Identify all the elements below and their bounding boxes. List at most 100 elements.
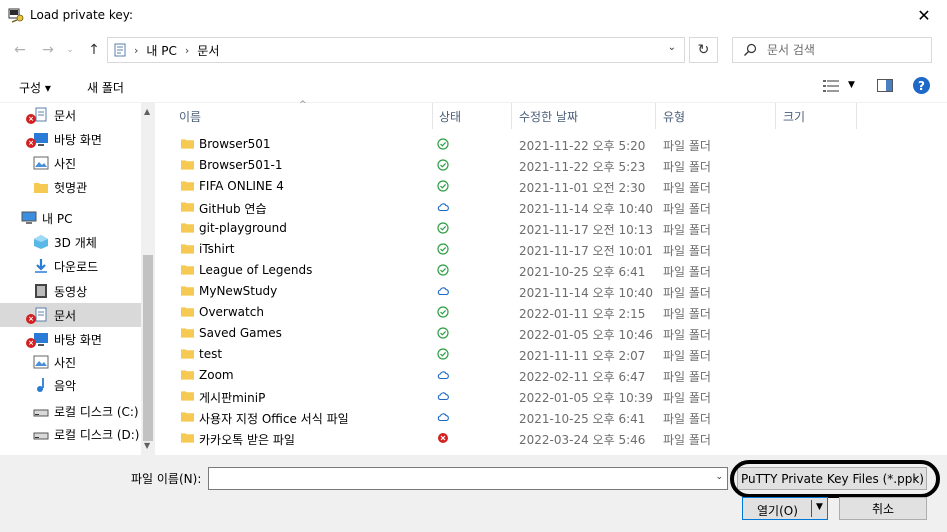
file-name: iTshirt (199, 242, 235, 256)
organize-button[interactable]: 구성 ▾ (19, 79, 51, 96)
close-icon: ✕ (917, 6, 931, 25)
file-row[interactable]: FIFA ONLINE 4 2021-11-01 오전 2:30 파일 폴더 (175, 176, 855, 197)
column-header-modified[interactable]: 수정한 날짜 (519, 103, 649, 129)
search-box[interactable] (732, 37, 932, 63)
arrow-right-icon: → (42, 42, 54, 58)
command-toolbar: 구성 ▾ 새 폴더 ▼ ? (0, 69, 947, 103)
open-options-dropdown[interactable]: ▼ (816, 502, 823, 512)
column-header-status[interactable]: 상태 (439, 103, 509, 129)
sidebar-item[interactable]: × 바탕 화면 (0, 127, 141, 151)
sidebar-item[interactable]: 내 PC (0, 206, 141, 230)
sidebar-item[interactable]: 사진 (0, 151, 141, 175)
search-input[interactable] (767, 43, 927, 57)
file-name: 사용자 지정 Office 서식 파일 (199, 412, 349, 426)
sidebar-item[interactable]: 로컬 디스크 (D:) (0, 422, 141, 446)
synced-check-icon (437, 138, 449, 150)
sidebar-item[interactable]: 사진 (0, 350, 141, 374)
scroll-up-icon[interactable]: ▲ (144, 107, 150, 116)
sidebar-item[interactable]: × 문서 (0, 303, 141, 327)
synced-check-icon (437, 159, 449, 171)
file-row[interactable]: Overwatch 2022-01-11 오후 2:15 파일 폴더 (175, 302, 855, 323)
file-name: Browser501-1 (199, 158, 283, 172)
file-row[interactable]: 사용자 지정 Office 서식 파일 2021-10-25 오후 6:41 파일 … (175, 407, 855, 428)
synced-check-icon (437, 327, 449, 339)
folder-icon (181, 265, 194, 275)
file-row[interactable]: test 2021-11-11 오후 2:07 파일 폴더 (175, 344, 855, 365)
sidebar-item[interactable]: 다운로드 (0, 254, 141, 278)
column-header-type[interactable]: 유형 (663, 103, 773, 129)
sidebar-item[interactable]: 3D 개체 (0, 230, 141, 254)
file-modified-date: 2022-02-11 오후 6:47 (519, 370, 646, 384)
pictures-icon (33, 156, 49, 170)
chevron-down-icon[interactable]: ⌄ (668, 42, 676, 53)
folder-icon (34, 183, 48, 193)
forward-button[interactable]: → (38, 40, 58, 60)
3d-objects-icon (34, 235, 48, 249)
breadcrumb-separator-icon: › (134, 43, 139, 57)
sidebar-item[interactable]: 동영상 (0, 279, 141, 303)
file-row[interactable]: Saved Games 2022-01-05 오후 10:46 파일 폴더 (175, 323, 855, 344)
filename-label: 파일 이름(N): (131, 472, 202, 486)
file-type: 파일 폴더 (663, 202, 711, 216)
file-row[interactable]: MyNewStudy 2021-11-14 오후 10:40 파일 폴더 (175, 281, 855, 302)
view-options-dropdown[interactable]: ▼ (848, 80, 855, 90)
file-row[interactable]: 카카오톡 받은 파일 2022-03-24 오후 5:46 파일 폴더 (175, 428, 855, 449)
sidebar-item-label: 문서 (54, 309, 77, 323)
sidebar-item[interactable]: × 문서 (0, 103, 141, 127)
dialog-footer: 파일 이름(N): ⌄ PuTTY Private Key Files (*.p… (0, 455, 947, 532)
refresh-button[interactable]: ↻ (689, 37, 718, 63)
sidebar-item-label: 사진 (54, 157, 77, 171)
file-name: 게시판miniP (199, 391, 266, 405)
error-badge-icon: × (26, 114, 36, 124)
column-header-name[interactable]: 이름 (179, 103, 429, 129)
chevron-down-icon: ⌄ (912, 472, 920, 482)
synced-check-icon (437, 348, 449, 360)
error-badge-icon: × (26, 138, 36, 148)
breadcrumb-item-documents[interactable]: 문서 (197, 42, 219, 59)
title-bar: Load private key: ✕ (0, 0, 947, 31)
preview-pane-icon[interactable] (877, 79, 893, 92)
file-row[interactable]: Zoom 2022-02-11 오후 6:47 파일 폴더 (175, 365, 855, 386)
sidebar-item[interactable]: × 바탕 화면 (0, 327, 141, 351)
scroll-down-icon[interactable]: ▼ (144, 441, 150, 450)
back-button[interactable]: ← (10, 40, 30, 60)
scrollbar-thumb[interactable] (143, 255, 153, 441)
file-row[interactable]: git-playground 2021-11-17 오전 10:13 파일 폴더 (175, 218, 855, 239)
sidebar-item[interactable]: 헛명관 (0, 175, 141, 199)
synced-check-icon (437, 306, 449, 318)
navigation-bar: ← → ⌄ ↑ › 내 PC › 문서 ⌄ ↻ (0, 31, 947, 69)
view-details-icon[interactable] (823, 80, 839, 92)
file-row[interactable]: 게시판miniP 2022-01-05 오후 10:39 파일 폴더 (175, 386, 855, 407)
help-icon[interactable]: ? (913, 77, 930, 94)
cancel-button[interactable]: 취소 (839, 497, 927, 520)
recent-locations-button[interactable]: ⌄ (60, 40, 80, 60)
open-button[interactable]: 열기(O) ▼ (742, 497, 828, 520)
folder-icon (181, 244, 194, 254)
file-type-filter[interactable]: PuTTY Private Key Files (*.ppk) ⌄ (737, 467, 927, 490)
sidebar-item[interactable]: 음악 (0, 373, 141, 397)
synced-check-icon (437, 243, 449, 255)
file-row[interactable]: iTshirt 2021-11-17 오전 10:01 파일 폴더 (175, 239, 855, 260)
file-row[interactable]: Browser501 2021-11-22 오후 5:20 파일 폴더 (175, 134, 855, 155)
chevron-down-icon[interactable]: ⌄ (715, 472, 723, 482)
sidebar-item-label: 헛명관 (54, 181, 88, 195)
address-bar[interactable]: › 내 PC › 문서 ⌄ (107, 37, 685, 63)
sidebar-scrollbar[interactable]: ▲ ▼ (141, 103, 155, 455)
file-row[interactable]: GitHub 연습 2021-11-14 오후 10:40 파일 폴더 (175, 197, 855, 218)
up-button[interactable]: ↑ (84, 40, 104, 60)
file-row[interactable]: League of Legends 2021-10-25 오후 6:41 파일 폴더 (175, 260, 855, 281)
folder-icon (181, 286, 194, 296)
close-button[interactable]: ✕ (901, 0, 947, 31)
breadcrumb-item-pc[interactable]: 내 PC (146, 42, 176, 59)
error-badge-icon: × (26, 314, 36, 324)
file-type: 파일 폴더 (663, 244, 711, 258)
file-name: FIFA ONLINE 4 (199, 179, 284, 193)
new-folder-button[interactable]: 새 폴더 (87, 79, 124, 96)
filename-input[interactable]: ⌄ (208, 467, 728, 490)
file-modified-date: 2021-11-14 오후 10:40 (519, 286, 654, 300)
file-modified-date: 2022-01-05 오후 10:39 (519, 391, 654, 405)
sidebar-item[interactable]: 로컬 디스크 (C:) (0, 399, 141, 423)
column-header-size[interactable]: 크기 (783, 103, 853, 129)
file-modified-date: 2021-10-25 오후 6:41 (519, 412, 646, 426)
file-row[interactable]: Browser501-1 2021-11-22 오후 5:23 파일 폴더 (175, 155, 855, 176)
